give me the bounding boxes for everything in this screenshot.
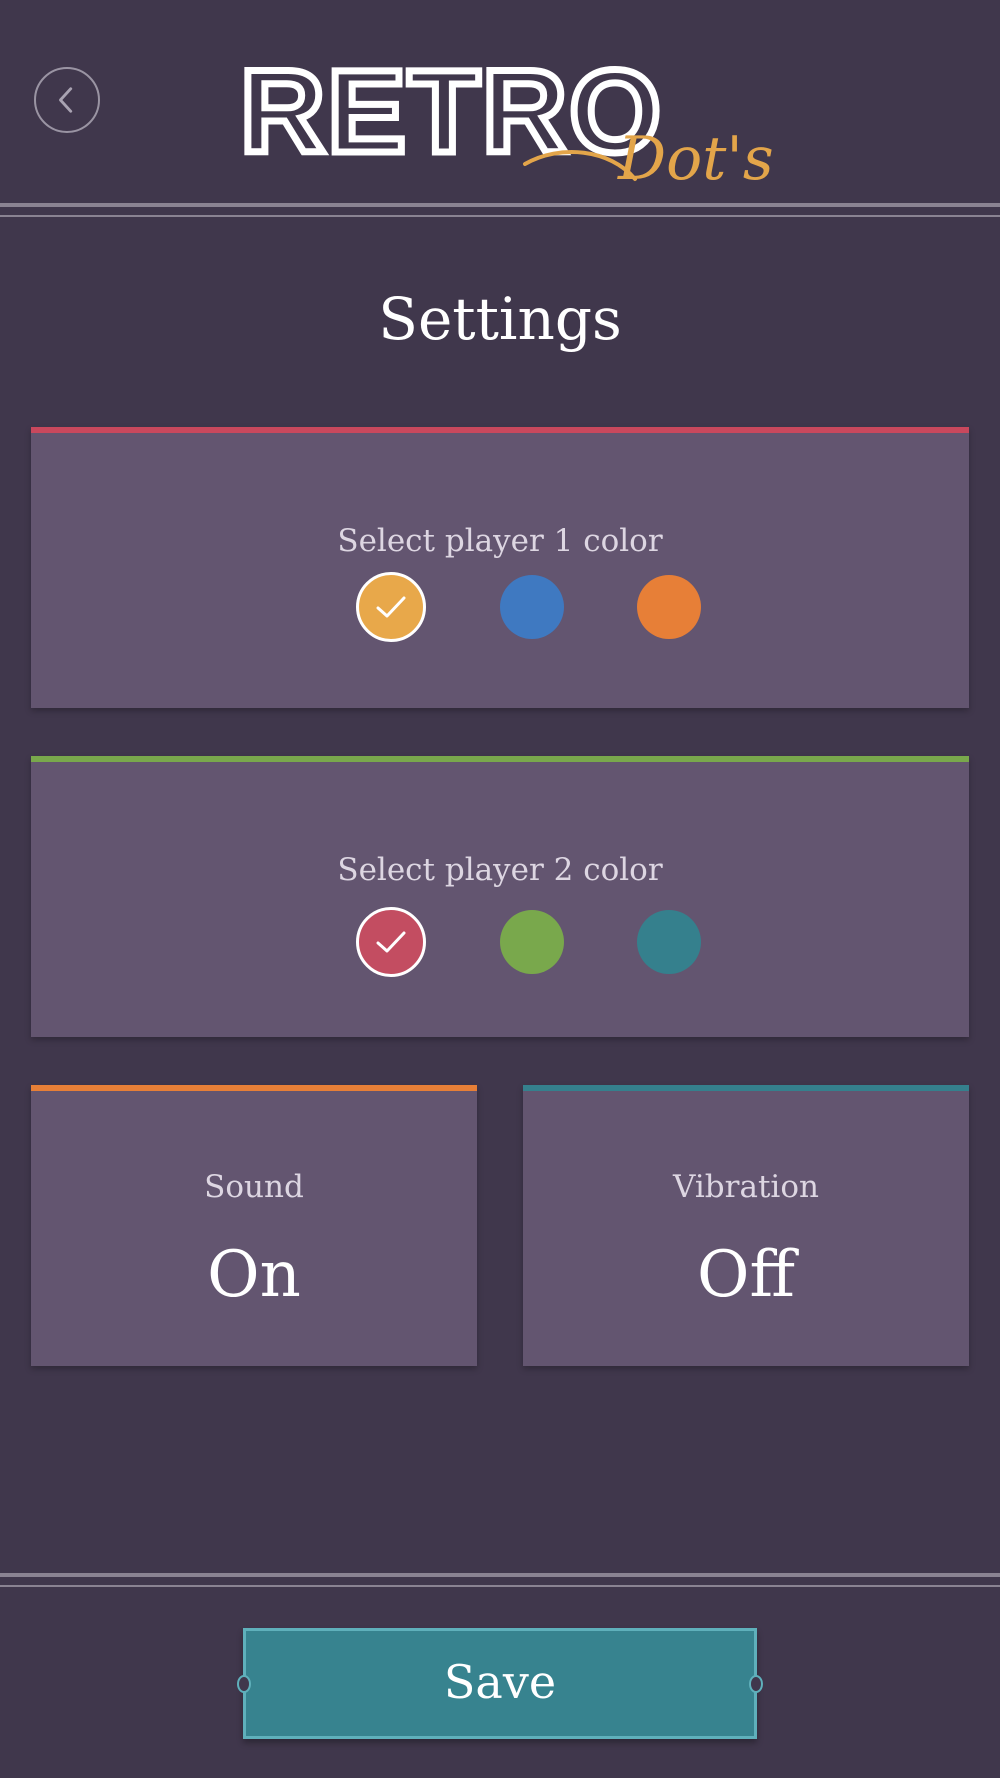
vibration-toggle[interactable]: Vibration Off: [523, 1085, 969, 1366]
player1-color-option-2[interactable]: [500, 575, 564, 639]
page-title: Settings: [378, 285, 622, 353]
sound-value: On: [207, 1238, 301, 1312]
player1-accent-bar: [31, 427, 969, 433]
header-divider-thin: [0, 215, 1000, 217]
save-button[interactable]: Save: [237, 1628, 763, 1739]
sound-toggle[interactable]: Sound On: [31, 1085, 477, 1366]
header-divider: [0, 203, 1000, 207]
back-button[interactable]: [34, 67, 100, 133]
save-button-notch-right: [749, 1674, 763, 1693]
sound-label: Sound: [204, 1169, 304, 1205]
player1-color-panel: Select player 1 color: [31, 427, 969, 708]
player2-color-option-1[interactable]: [356, 907, 426, 977]
player1-color-swatches: [31, 572, 969, 642]
player2-color-option-3[interactable]: [637, 910, 701, 974]
checkmark-icon: [376, 596, 406, 618]
chevron-left-icon: [59, 87, 73, 113]
save-button-label: Save: [443, 1655, 557, 1709]
footer-divider-thin: [0, 1585, 1000, 1587]
logo-main-text: RETRO: [240, 46, 663, 178]
sound-accent-bar: [31, 1085, 477, 1091]
player2-color-panel: Select player 2 color: [31, 756, 969, 1037]
player2-color-label: Select player 2 color: [337, 852, 663, 888]
vibration-label: Vibration: [673, 1169, 819, 1205]
player2-color-option-2[interactable]: [500, 910, 564, 974]
logo-script-text: Dot's: [617, 124, 774, 194]
player1-color-option-3[interactable]: [637, 575, 701, 639]
vibration-accent-bar: [523, 1085, 969, 1091]
checkmark-icon: [376, 931, 406, 953]
app-logo: RETRO Dot's: [237, 43, 774, 195]
player2-color-swatches: [31, 907, 969, 977]
player1-color-option-1[interactable]: [356, 572, 426, 642]
footer-divider: [0, 1573, 1000, 1577]
player1-color-label: Select player 1 color: [337, 523, 663, 559]
vibration-value: Off: [697, 1238, 795, 1312]
player2-accent-bar: [31, 756, 969, 762]
save-button-notch-left: [237, 1674, 251, 1693]
